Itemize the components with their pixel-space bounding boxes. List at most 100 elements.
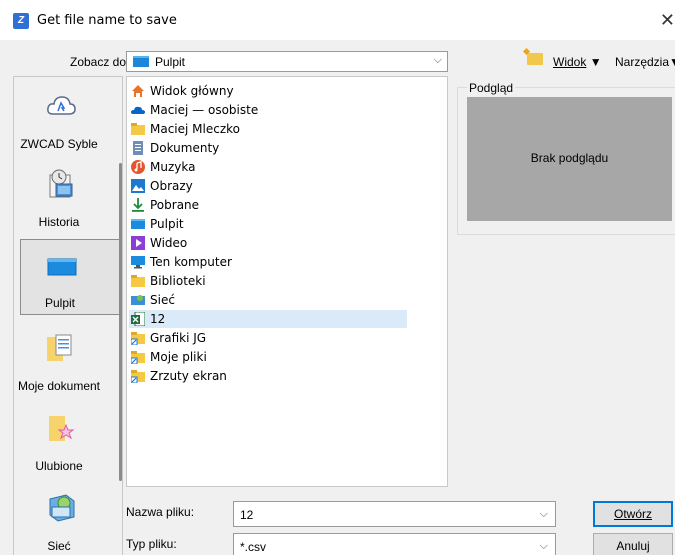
place-label: ZWCAD Syble xyxy=(20,137,98,151)
list-item[interactable]: Biblioteki xyxy=(129,272,407,290)
place-history[interactable]: Historia xyxy=(20,157,122,233)
list-item[interactable]: Pobrane xyxy=(129,196,407,214)
list-item-selected[interactable]: 12 xyxy=(129,310,407,328)
new-folder-icon[interactable] xyxy=(527,53,543,65)
open-button-label: Otwórz xyxy=(613,507,652,521)
chevron-down-icon[interactable]: ⌵ xyxy=(540,508,548,521)
file-name: Grafiki JG xyxy=(150,331,207,345)
music-icon xyxy=(131,160,145,174)
places-scrollbar[interactable] xyxy=(119,163,122,481)
file-name: Pulpit xyxy=(150,217,184,231)
open-button[interactable]: Otwórz xyxy=(593,501,673,527)
cloud-icon xyxy=(47,96,76,115)
list-item[interactable]: Muzyka xyxy=(129,158,407,176)
lookin-label: Zobacz do: xyxy=(70,55,130,69)
home-icon xyxy=(132,85,144,97)
list-item[interactable]: Maciej Mleczko xyxy=(129,120,407,138)
history-icon xyxy=(49,169,73,198)
shortcut-folder-icon xyxy=(131,351,145,364)
place-network[interactable]: Sieć xyxy=(20,481,122,555)
window-title: Get file name to save xyxy=(37,13,177,28)
favorites-icon xyxy=(49,416,75,441)
place-label: Ulubione xyxy=(35,459,83,473)
filetype-value: *.csv xyxy=(240,540,267,554)
close-button[interactable]: ✕ xyxy=(657,8,675,32)
file-name: Moje pliki xyxy=(150,350,207,364)
view-menu[interactable]: Widok ▼ xyxy=(553,55,602,69)
title-bar: Z Get file name to save ✕ xyxy=(0,0,675,40)
network-icon xyxy=(49,494,75,522)
lookin-dropdown[interactable]: Pulpit ⌵ xyxy=(126,51,448,72)
place-label: Sieć xyxy=(47,539,71,553)
onedrive-icon xyxy=(131,106,145,114)
close-icon: ✕ xyxy=(659,10,675,30)
shortcut-folder-icon xyxy=(131,370,145,383)
chevron-down-icon: ⌵ xyxy=(539,540,548,552)
dropdown-arrow-icon: ▼ xyxy=(669,55,675,69)
place-zwcad[interactable]: ZWCAD Syble xyxy=(20,79,122,155)
list-item[interactable]: Dokumenty xyxy=(129,139,407,157)
file-name: Biblioteki xyxy=(150,274,206,288)
cancel-button-label: Anuluj xyxy=(616,539,650,553)
list-item[interactable]: Sieć xyxy=(129,291,407,309)
place-desktop[interactable]: Pulpit xyxy=(20,239,122,315)
dropdown-arrow-icon: ▼ xyxy=(589,55,602,69)
view-menu-label: Widok xyxy=(553,55,587,69)
list-item[interactable]: Pulpit xyxy=(129,215,407,233)
list-item[interactable]: Ten komputer xyxy=(129,253,407,271)
zwcad-app-icon: Z xyxy=(13,13,29,29)
lookin-value: Pulpit xyxy=(155,55,186,69)
desktop-icon xyxy=(131,219,145,229)
cancel-button[interactable]: Anuluj xyxy=(593,533,673,555)
computer-icon xyxy=(131,256,145,269)
list-item[interactable]: Wideo xyxy=(129,234,407,252)
place-label: Pulpit xyxy=(44,296,76,310)
list-item[interactable]: Moje pliki xyxy=(129,348,407,366)
place-label: Historia xyxy=(38,215,80,229)
list-item[interactable]: Grafiki JG xyxy=(129,329,407,347)
preview-label: Podgląd xyxy=(467,81,516,95)
chevron-down-icon: ⌵ xyxy=(433,54,442,66)
file-name: Wideo xyxy=(150,236,188,250)
filetype-label: Typ pliku: xyxy=(126,537,177,551)
list-item[interactable]: Zrzuty ekran xyxy=(129,367,407,385)
tools-menu-label: Narzędzia xyxy=(615,55,670,69)
places-bar: ZWCAD Syble Historia Pulpit Moje dokumen… xyxy=(13,76,123,555)
excel-file-icon xyxy=(131,312,145,326)
file-name: Zrzuty ekran xyxy=(150,369,227,383)
library-icon xyxy=(131,275,145,287)
preview-pane: Brak podglądu xyxy=(467,97,672,221)
file-list[interactable]: Widok główny Maciej — osobiste Maciej Ml… xyxy=(126,76,448,487)
download-icon xyxy=(132,198,144,212)
filename-input[interactable]: 12 ⌵ xyxy=(233,501,556,527)
file-name: Sieć xyxy=(150,293,175,307)
list-item[interactable]: Obrazy xyxy=(129,177,407,195)
file-name: 12 xyxy=(150,312,166,326)
file-name: Pobrane xyxy=(150,198,200,212)
place-favorites[interactable]: Ulubione xyxy=(20,401,122,477)
tools-menu[interactable]: Narzędzia▼ xyxy=(615,55,675,69)
file-name: Ten komputer xyxy=(150,255,232,269)
pictures-icon xyxy=(131,179,145,193)
preview-empty-text: Brak podglądu xyxy=(530,151,609,165)
file-name: Maciej Mleczko xyxy=(150,122,240,136)
list-item[interactable]: Widok główny xyxy=(129,82,407,100)
place-label: Moje dokument xyxy=(17,379,101,393)
desktop-icon xyxy=(47,258,77,276)
desktop-folder-icon xyxy=(133,56,149,67)
filename-value: 12 xyxy=(240,508,254,522)
file-name: Widok główny xyxy=(150,84,234,98)
file-name: Maciej — osobiste xyxy=(150,103,259,117)
documents-icon xyxy=(133,141,143,155)
filename-label: Nazwa pliku: xyxy=(126,505,195,519)
filetype-dropdown[interactable]: *.csv ⌵ xyxy=(233,533,556,555)
shortcut-folder-icon xyxy=(131,332,145,345)
file-name: Muzyka xyxy=(150,160,196,174)
documents-icon xyxy=(47,334,72,361)
file-name: Obrazy xyxy=(150,179,193,193)
place-my-documents[interactable]: Moje dokument xyxy=(18,321,122,397)
network-icon xyxy=(131,295,145,305)
file-name: Dokumenty xyxy=(150,141,220,155)
video-icon xyxy=(131,236,145,250)
list-item[interactable]: Maciej — osobiste xyxy=(129,101,407,119)
